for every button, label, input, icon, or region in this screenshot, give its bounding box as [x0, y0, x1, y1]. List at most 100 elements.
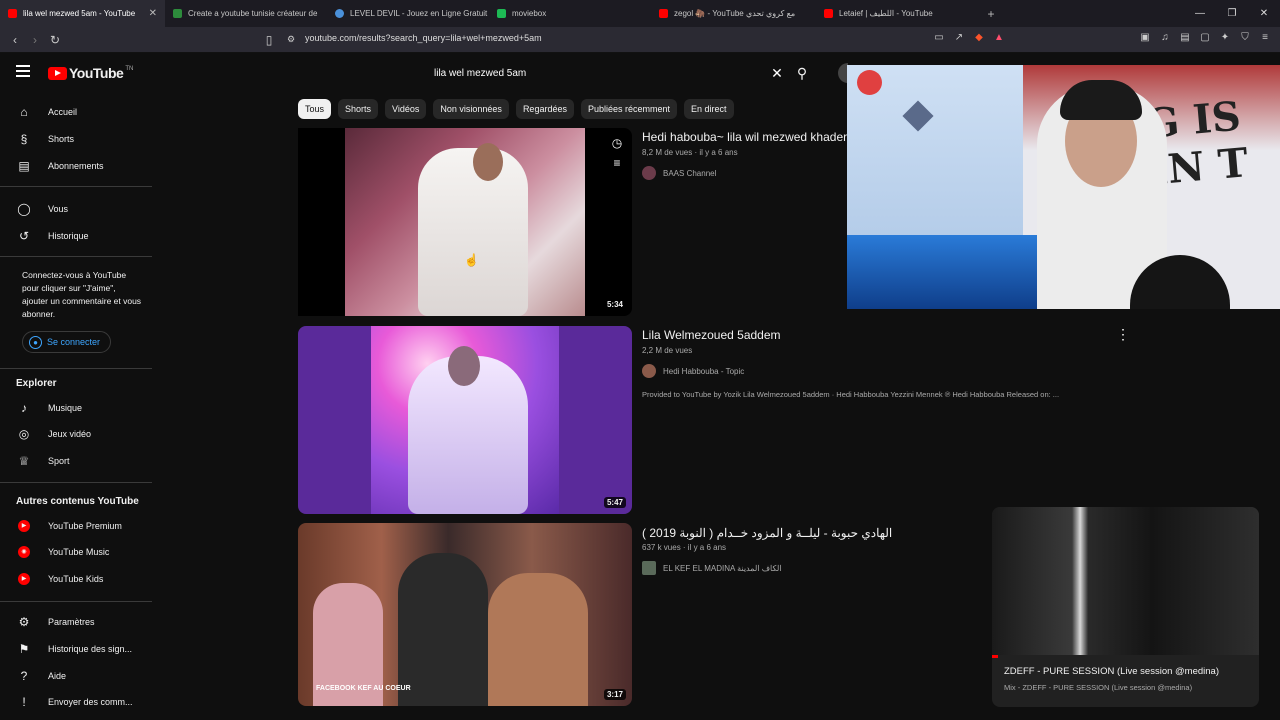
clear-search-icon[interactable]: ✕	[767, 65, 787, 82]
wallet-icon[interactable]: ▢	[1198, 31, 1212, 45]
sidebar-item-label: Historique des sign...	[48, 644, 133, 654]
browser-tab[interactable]: lila wel mezwed 5am - YouTube ✕	[0, 0, 165, 27]
watch-later-icon[interactable]: ◷	[610, 136, 624, 150]
close-tab-icon[interactable]: ✕	[141, 8, 157, 19]
chip-all[interactable]: Tous	[298, 99, 332, 119]
sidebar-item-music-app[interactable]: ◉ YouTube Music	[16, 541, 109, 563]
browser-tabbar: lila wel mezwed 5am - YouTube ✕ Create a…	[0, 0, 1280, 27]
signin-button-label: Se connecter	[47, 337, 101, 347]
url-field[interactable]: youtube.com/results?search_query=lila+we…	[305, 33, 542, 43]
reader-icon[interactable]: ▤	[1178, 31, 1192, 45]
youtube-favicon-icon	[659, 9, 668, 18]
sidebar-item-report-history[interactable]: ⚑ Historique des sign...	[16, 638, 132, 660]
browser-tab[interactable]: zegol 🦣 ‑ YouTube مع كروي تحدي	[651, 0, 816, 27]
account-icon: ●	[29, 335, 42, 349]
browser-tab[interactable]: LEVEL DEVIL - Jouez en Ligne Gratuit	[327, 0, 489, 27]
moviebox-favicon-icon	[497, 9, 506, 18]
sidebar-item-music[interactable]: ♪ Musique	[16, 397, 82, 419]
maximize-icon[interactable]: ❐	[1216, 8, 1248, 19]
divider	[0, 482, 152, 483]
music-icon[interactable]: ♫	[1158, 31, 1172, 45]
mouse-cursor-icon: ☝	[464, 253, 479, 267]
webcam-overlay: G IS IN T	[847, 65, 1280, 309]
browser-tab[interactable]: Create a youtube tunisie créateur de	[165, 0, 327, 27]
sidebar-toggle-icon[interactable]: ▣	[1138, 31, 1152, 45]
thumbnail-watermark: FACEBOOK KEF AU COEUR	[316, 685, 411, 692]
channel-link[interactable]: BAAS Channel	[642, 166, 716, 180]
browser-tab[interactable]: moviebox	[489, 0, 651, 27]
search-box[interactable]: lila wel mezwed 5am ✕	[423, 61, 787, 85]
sidebar: ⌂ Accueil § Shorts ▤ Abonnements ◯ Vous ↺ His…	[0, 98, 160, 720]
video-result[interactable]: 5:47 Lila Welmezoued 5addem ⋮ 2,2 M de v…	[298, 326, 1258, 514]
forward-icon[interactable]: ›	[25, 33, 45, 47]
vpn-icon[interactable]: ⛉	[1238, 31, 1252, 45]
site-favicon-icon	[173, 9, 182, 18]
signin-button[interactable]: ● Se connecter	[22, 331, 112, 353]
sidebar-item-settings[interactable]: ⚙ Paramètres	[16, 611, 95, 633]
bookmark-icon[interactable]: ▯	[259, 33, 279, 47]
sidebar-item-label: Musique	[48, 403, 83, 413]
miniplayer-progress[interactable]	[992, 655, 998, 658]
address-bar-icons: ▭ ↗ ◆ ▲ ▣ ♫ ▤ ▢ ✦ ⛉ ≡	[932, 31, 1272, 45]
signin-prompt: Connectez-vous à YouTube pour cliquer su…	[22, 270, 142, 319]
hamburger-menu-icon[interactable]	[16, 65, 30, 77]
search-input[interactable]: lila wel mezwed 5am	[434, 68, 767, 79]
divider	[0, 601, 152, 602]
channel-link[interactable]: EL KEF EL MADINA الكاف المدينة	[642, 561, 782, 575]
reload-icon[interactable]: ↻	[45, 33, 65, 47]
rewards-icon[interactable]: ▲	[992, 31, 1006, 45]
filter-chips: Tous Shorts Vidéos Non visionnées Regard…	[298, 99, 734, 119]
chip-videos[interactable]: Vidéos	[385, 99, 427, 119]
close-window-icon[interactable]: ✕	[1248, 8, 1280, 19]
cast-icon[interactable]: ▭	[932, 31, 946, 45]
miniplayer-video[interactable]	[992, 507, 1259, 655]
browser-tab[interactable]: Letaief | اللطيف - YouTube	[816, 0, 981, 27]
video-thumbnail[interactable]: 5:34	[298, 128, 632, 316]
youtube-music-icon: ◉	[18, 546, 30, 558]
video-thumbnail[interactable]: 5:47	[298, 326, 632, 514]
avatar	[642, 561, 656, 575]
channel-link[interactable]: Hedi Habbouba - Topic	[642, 364, 744, 378]
video-title[interactable]: Lila Welmezoued 5addem	[642, 328, 781, 342]
share-icon[interactable]: ↗	[952, 31, 966, 45]
brave-shield-icon[interactable]: ◆	[972, 31, 986, 45]
sidebar-item-feedback[interactable]: ! Envoyer des comm...	[16, 691, 133, 713]
sidebar-item-gaming[interactable]: ◎ Jeux vidéo	[16, 423, 91, 445]
sidebar-item-home[interactable]: ⌂ Accueil	[16, 101, 77, 123]
performer-head	[473, 143, 503, 181]
sidebar-item-sport[interactable]: ♕ Sport	[16, 450, 70, 472]
sidebar-item-premium[interactable]: ▶ YouTube Premium	[16, 515, 122, 537]
new-tab-icon[interactable]: +	[981, 7, 1001, 21]
chip-live[interactable]: En direct	[684, 99, 734, 119]
sidebar-item-kids[interactable]: ▶ YouTube Kids	[16, 568, 103, 590]
sidebar-item-label: YouTube Premium	[48, 521, 122, 531]
more-youtube-heading: Autres contenus YouTube	[16, 496, 139, 507]
help-icon: ?	[20, 669, 28, 683]
video-thumbnail[interactable]: FACEBOOK KEF AU COEUR 3:17	[298, 523, 632, 706]
video-title[interactable]: الهادي حبوبة - ليلــة و المزود خــدام ( …	[642, 526, 892, 540]
miniplayer-title[interactable]: ZDEFF - PURE SESSION (Live session @medi…	[1004, 666, 1219, 677]
sidebar-item-you[interactable]: ◯ Vous	[16, 198, 68, 220]
minimize-icon[interactable]: —	[1184, 8, 1216, 19]
youtube-logo[interactable]: YouTube TN	[48, 65, 133, 81]
more-options-icon[interactable]: ⋮	[1116, 326, 1130, 343]
chip-watched[interactable]: Regardées	[515, 99, 574, 119]
leo-ai-icon[interactable]: ✦	[1218, 31, 1232, 45]
chip-unwatched[interactable]: Non visionnées	[433, 99, 509, 119]
sidebar-item-subscriptions[interactable]: ▤ Abonnements	[16, 155, 103, 177]
video-title[interactable]: Hedi habouba~ lila wil mezwed khader	[642, 130, 847, 144]
sidebar-item-help[interactable]: ? Aide	[16, 665, 66, 687]
site-settings-icon[interactable]: ⚙	[281, 34, 301, 45]
sidebar-item-history[interactable]: ↺ Historique	[16, 225, 89, 247]
add-to-queue-icon[interactable]: ≡	[610, 156, 624, 170]
menu-icon[interactable]: ≡	[1258, 31, 1272, 45]
sidebar-item-shorts[interactable]: § Shorts	[16, 128, 74, 150]
search-icon[interactable]: ⚲	[790, 61, 814, 85]
back-icon[interactable]: ‹	[5, 33, 25, 47]
chip-recent[interactable]: Publiées récemment	[580, 99, 678, 119]
user-icon: ◯	[17, 202, 31, 216]
sidebar-item-label: Vous	[48, 204, 69, 214]
chip-shorts[interactable]: Shorts	[338, 99, 379, 119]
miniplayer[interactable]: ZDEFF - PURE SESSION (Live session @medi…	[992, 507, 1259, 707]
sidebar-item-label: Envoyer des comm...	[48, 697, 133, 707]
